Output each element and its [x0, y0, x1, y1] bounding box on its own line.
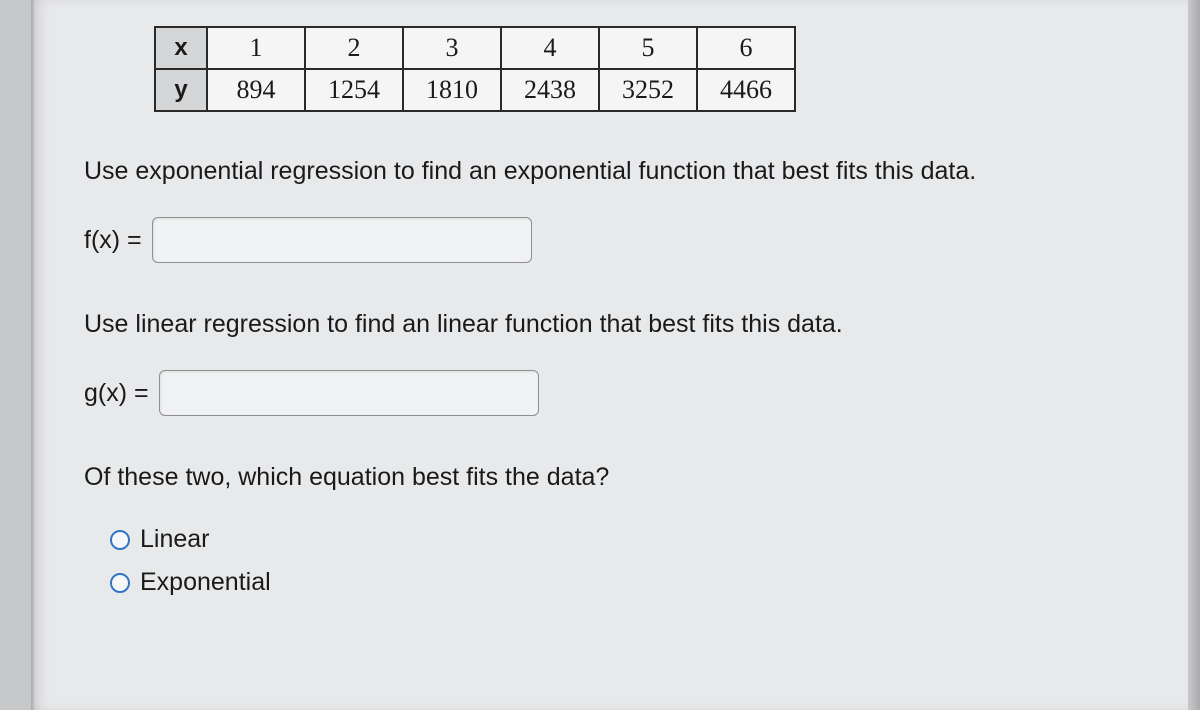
options-group: Linear Exponential	[110, 525, 1158, 597]
row-header-y: y	[155, 69, 207, 111]
table-cell: 4466	[697, 69, 795, 111]
table-cell: 894	[207, 69, 305, 111]
table-row: x 1 2 3 4 5 6	[155, 27, 795, 69]
option-label-exponential[interactable]: Exponential	[140, 568, 271, 597]
prompt-best-fit: Of these two, which equation best fits t…	[84, 460, 1158, 495]
table-cell: 1	[207, 27, 305, 69]
data-table: x 1 2 3 4 5 6 y 894 1254 1810 2438 3252 …	[154, 26, 796, 112]
table-cell: 1810	[403, 69, 501, 111]
option-row-exponential: Exponential	[110, 568, 1158, 597]
f-input[interactable]	[152, 217, 532, 263]
row-header-x: x	[155, 27, 207, 69]
table-cell: 5	[599, 27, 697, 69]
table-row: y 894 1254 1810 2438 3252 4466	[155, 69, 795, 111]
table-cell: 3	[403, 27, 501, 69]
page-right-shadow	[1188, 0, 1200, 710]
equation-row-f: f(x) =	[84, 217, 1158, 263]
radio-exponential[interactable]	[110, 573, 130, 593]
question-page: x 1 2 3 4 5 6 y 894 1254 1810 2438 3252 …	[32, 0, 1188, 710]
prompt-exponential: Use exponential regression to find an ex…	[84, 154, 1158, 189]
prompt-linear: Use linear regression to find an linear …	[84, 307, 1158, 342]
g-input[interactable]	[159, 370, 539, 416]
equation-row-g: g(x) =	[84, 370, 1158, 416]
table-cell: 2	[305, 27, 403, 69]
radio-linear[interactable]	[110, 530, 130, 550]
table-cell: 1254	[305, 69, 403, 111]
table-cell: 3252	[599, 69, 697, 111]
option-row-linear: Linear	[110, 525, 1158, 554]
f-label: f(x) =	[84, 226, 142, 255]
table-cell: 2438	[501, 69, 599, 111]
option-label-linear[interactable]: Linear	[140, 525, 210, 554]
page-left-margin	[0, 0, 32, 710]
g-label: g(x) =	[84, 379, 149, 408]
table-cell: 6	[697, 27, 795, 69]
table-cell: 4	[501, 27, 599, 69]
